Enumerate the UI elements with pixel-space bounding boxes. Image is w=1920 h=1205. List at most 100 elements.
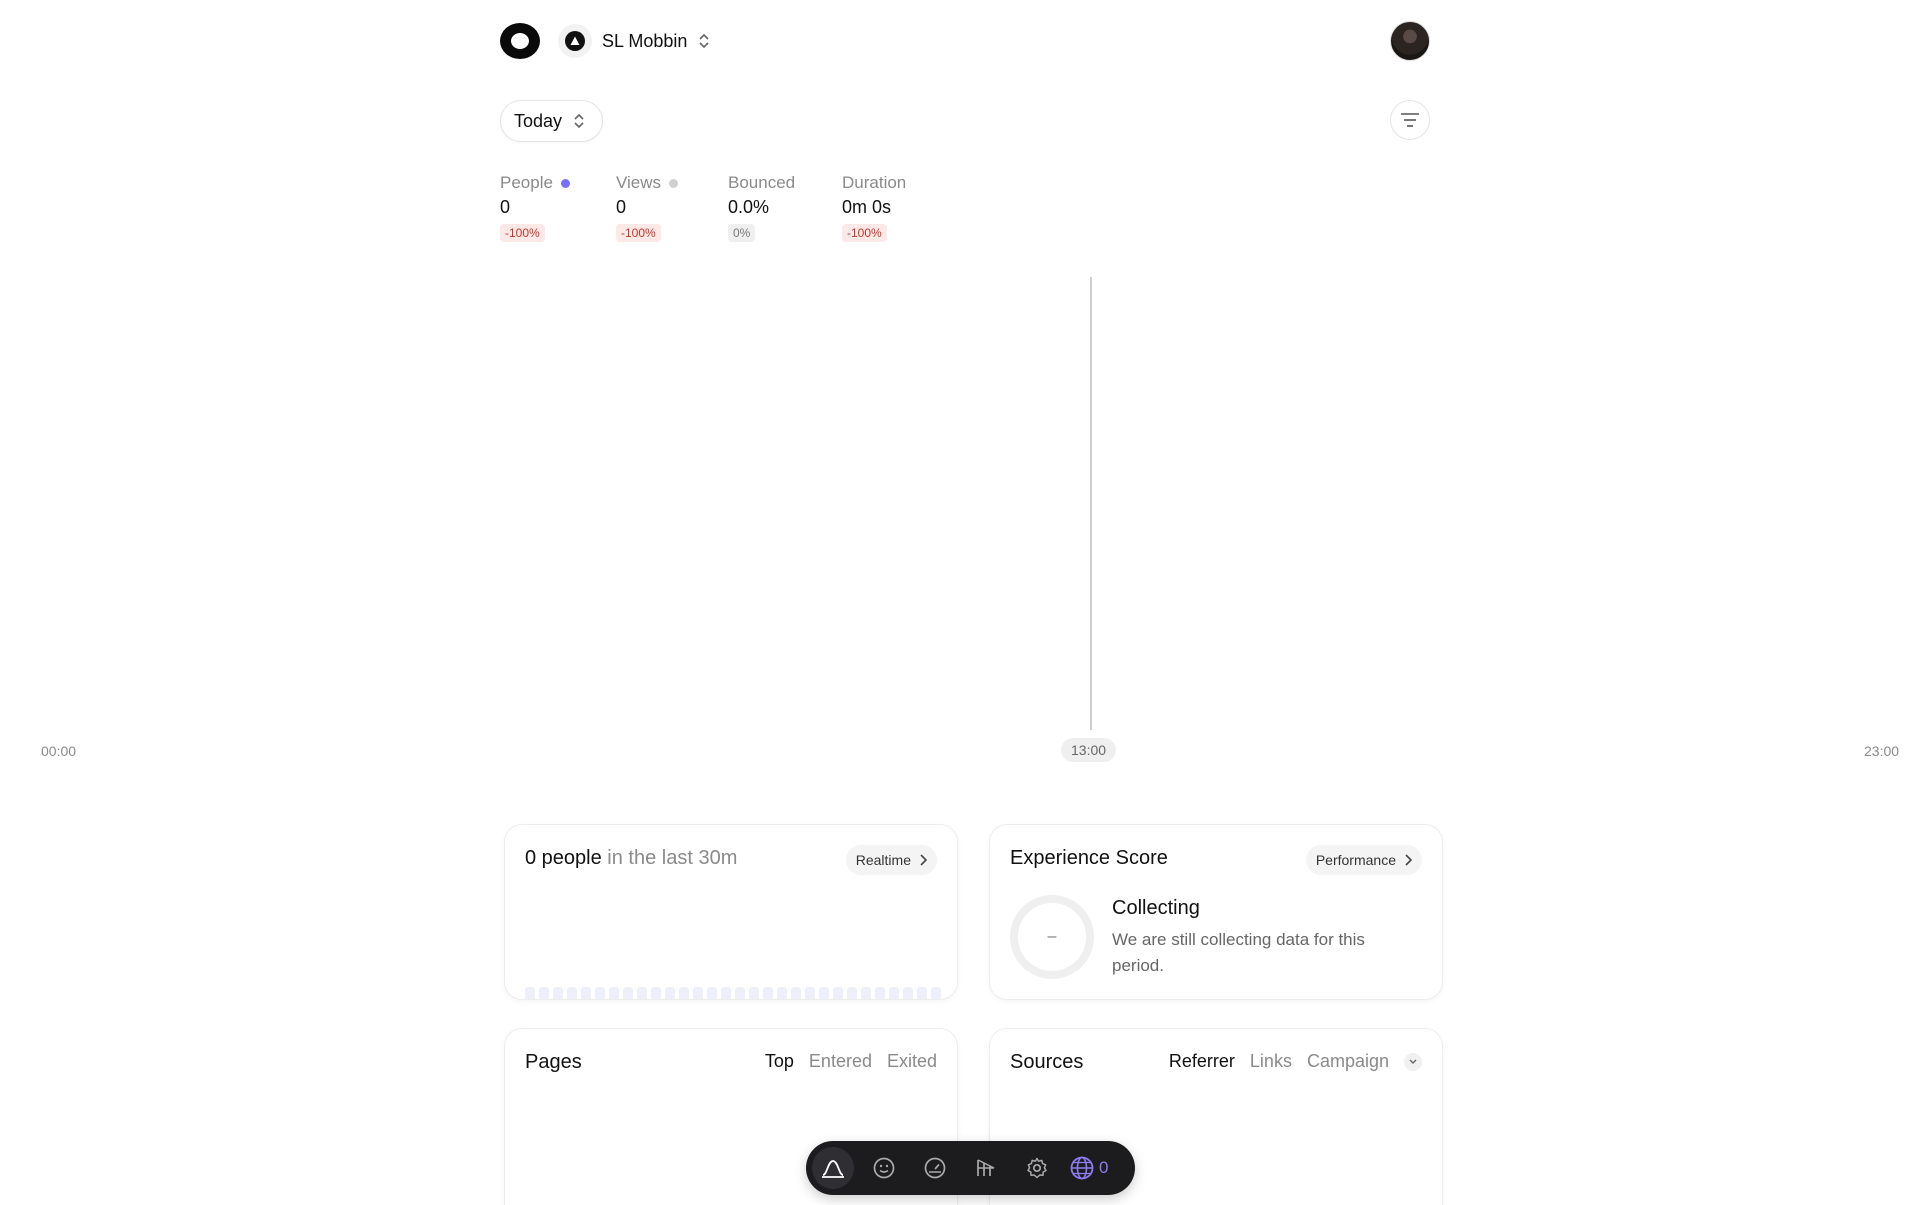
site-icon xyxy=(558,24,592,58)
experience-status: Collecting xyxy=(1112,897,1200,919)
metrics-row: People 0 -100% Views 0 -100% Bounced 0.0… xyxy=(500,172,946,242)
realtime-bar xyxy=(735,987,745,999)
dock-funnels[interactable] xyxy=(965,1147,1007,1189)
score-ring: – xyxy=(1010,895,1094,979)
realtime-bar xyxy=(539,987,549,999)
realtime-bar xyxy=(623,987,633,999)
globe-icon xyxy=(1070,1156,1094,1180)
gauge-icon xyxy=(924,1157,946,1179)
realtime-bar xyxy=(525,987,535,999)
metric-label: Views xyxy=(616,173,662,192)
metric-value: 0m 0s xyxy=(842,197,892,217)
realtime-bar xyxy=(679,987,689,999)
toolbar: Today xyxy=(500,100,1430,142)
tab-referrer[interactable]: Referrer xyxy=(1169,1051,1235,1072)
realtime-bar xyxy=(609,987,619,999)
site-switcher[interactable]: SL Mobbin xyxy=(558,24,711,58)
realtime-title: 0 people in the last 30m xyxy=(525,847,738,869)
tab-entered[interactable]: Entered xyxy=(809,1051,872,1072)
filter-icon xyxy=(1401,113,1419,127)
dock-settings[interactable] xyxy=(1016,1147,1058,1189)
realtime-bar xyxy=(665,987,675,999)
score-value: – xyxy=(1047,928,1057,945)
realtime-bar xyxy=(819,987,829,999)
tab-top[interactable]: Top xyxy=(765,1051,794,1072)
metric-delta: -100% xyxy=(500,224,545,242)
series-dot xyxy=(669,178,679,188)
realtime-bar xyxy=(847,987,857,999)
pages-tabs: Top Entered Exited xyxy=(765,1051,937,1072)
realtime-bar xyxy=(791,987,801,999)
experience-title: Experience Score xyxy=(1010,847,1168,869)
filter-button[interactable] xyxy=(1390,100,1430,140)
dock-dashboard[interactable] xyxy=(812,1147,854,1189)
chevron-right-icon xyxy=(1405,854,1412,866)
chevron-updown-icon xyxy=(699,33,709,49)
chevron-right-icon xyxy=(920,854,927,866)
performance-button[interactable]: Performance xyxy=(1305,845,1422,875)
dock-live-visitors[interactable]: 0 xyxy=(1069,1155,1108,1181)
x-axis-now-label: 13:00 xyxy=(1061,738,1117,762)
bottom-dock: 0 xyxy=(806,1141,1135,1195)
dock-performance[interactable] xyxy=(914,1147,956,1189)
realtime-bar xyxy=(595,987,605,999)
metric-delta: 0% xyxy=(728,224,756,242)
realtime-bar xyxy=(721,987,731,999)
tab-campaign[interactable]: Campaign xyxy=(1307,1051,1389,1072)
realtime-bar xyxy=(889,987,899,999)
metric-label: Duration xyxy=(842,173,907,192)
tab-links[interactable]: Links xyxy=(1250,1051,1292,1072)
realtime-bar xyxy=(707,987,717,999)
site-name: SL Mobbin xyxy=(602,30,688,51)
chevron-updown-icon xyxy=(574,113,584,129)
sources-tabs: Referrer Links Campaign xyxy=(1169,1051,1422,1072)
realtime-bar xyxy=(931,987,941,999)
gear-icon xyxy=(1027,1157,1047,1179)
realtime-button-label: Realtime xyxy=(855,852,911,868)
x-axis-start-label: 00:00 xyxy=(41,743,77,759)
metric-delta: -100% xyxy=(616,224,661,242)
metric-value: 0 xyxy=(500,197,511,217)
metric-bounced[interactable]: Bounced 0.0% 0% xyxy=(728,172,802,242)
live-count: 0 xyxy=(1099,1158,1109,1177)
realtime-bar xyxy=(777,987,787,999)
dock-people[interactable] xyxy=(863,1147,905,1189)
date-range-label: Today xyxy=(514,110,563,131)
avatar[interactable] xyxy=(1390,21,1430,61)
dashboard-icon xyxy=(822,1160,844,1178)
realtime-bars xyxy=(525,987,941,999)
realtime-card: 0 people in the last 30m Realtime xyxy=(504,824,958,1000)
metric-duration[interactable]: Duration 0m 0s -100% xyxy=(842,172,906,242)
tab-exited[interactable]: Exited xyxy=(887,1051,937,1072)
realtime-bar xyxy=(861,987,871,999)
realtime-bar xyxy=(917,987,927,999)
realtime-bar xyxy=(553,987,563,999)
realtime-bar xyxy=(637,987,647,999)
metric-label: People xyxy=(500,173,553,192)
realtime-bar xyxy=(833,987,843,999)
traffic-chart[interactable]: 00:00 13:00 23:00 xyxy=(0,275,1920,775)
realtime-bar xyxy=(693,987,703,999)
campaign-dropdown[interactable] xyxy=(1404,1052,1422,1071)
realtime-bar xyxy=(749,987,759,999)
experience-description: We are still collecting data for this pe… xyxy=(1112,930,1365,975)
metric-views[interactable]: Views 0 -100% xyxy=(616,172,688,242)
realtime-bar xyxy=(903,987,913,999)
series-dot xyxy=(560,178,570,188)
metric-label: Bounced xyxy=(728,173,796,192)
sources-title: Sources xyxy=(1010,1051,1084,1073)
app-logo[interactable] xyxy=(500,23,540,59)
pages-title: Pages xyxy=(525,1051,582,1073)
realtime-bar xyxy=(763,987,773,999)
metric-value: 0.0% xyxy=(728,197,770,217)
x-axis-end-label: 23:00 xyxy=(1864,743,1900,759)
metric-people[interactable]: People 0 -100% xyxy=(500,172,576,242)
realtime-button[interactable]: Realtime xyxy=(845,845,937,875)
smiley-icon xyxy=(873,1157,895,1179)
date-range-button[interactable]: Today xyxy=(500,100,604,142)
chevron-down-icon xyxy=(1409,1059,1417,1064)
realtime-bar xyxy=(567,987,577,999)
realtime-bar xyxy=(875,987,885,999)
realtime-bar xyxy=(581,987,591,999)
experience-card: Experience Score Performance – Collectin… xyxy=(989,824,1443,1000)
